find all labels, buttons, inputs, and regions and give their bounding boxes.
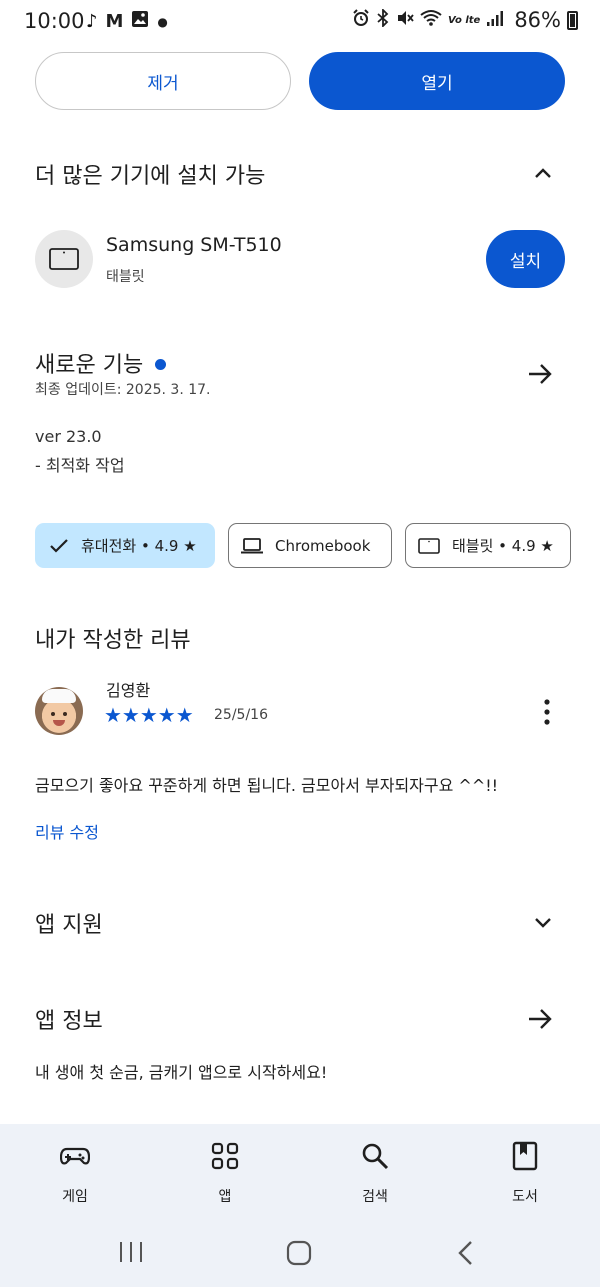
chip-tablet-label: 태블릿 • 4.9 ★ xyxy=(452,537,554,555)
chip-phone[interactable]: 휴대전화 • 4.9 ★ xyxy=(35,523,215,568)
edit-review-link[interactable]: 리뷰 수정 xyxy=(35,819,99,843)
arrow-right-icon[interactable] xyxy=(526,360,554,388)
review-text: 금모으기 좋아요 꾸준하게 하면 됩니다. 금모아서 부자되자구요 ^^!! xyxy=(35,776,499,795)
version-text: ver 23.0 xyxy=(35,427,102,446)
apps-grid-icon xyxy=(211,1142,239,1170)
search-icon xyxy=(362,1143,389,1170)
chip-phone-label: 휴대전화 • 4.9 ★ xyxy=(81,537,197,555)
laptop-icon xyxy=(241,537,263,553)
gmail-icon: M xyxy=(105,11,124,32)
app-support-title[interactable]: 앱 지원 xyxy=(35,907,103,939)
check-icon xyxy=(50,538,68,553)
back-icon[interactable] xyxy=(456,1240,476,1266)
gamepad-icon xyxy=(60,1147,90,1165)
device-name: Samsung SM-T510 xyxy=(106,234,282,256)
star-rating: ★★★★★ xyxy=(104,704,194,726)
nav-search-label: 검색 xyxy=(362,1189,388,1205)
nav-books-label: 도서 xyxy=(512,1189,538,1205)
whats-new-title: 새로운 기능 xyxy=(35,347,167,379)
reviewer-name: 김영환 xyxy=(106,681,151,700)
notification-icons: ♪ M ● xyxy=(86,10,168,34)
more-vert-icon[interactable] xyxy=(541,698,553,726)
home-icon[interactable] xyxy=(286,1240,312,1266)
chevron-down-icon[interactable] xyxy=(532,911,554,933)
app-description: 내 생애 첫 순금, 금캐기 앱으로 시작하세요! xyxy=(35,1063,328,1082)
device-type: 태블릿 xyxy=(106,269,145,285)
tablet-device-icon xyxy=(35,230,93,288)
chip-chromebook[interactable]: Chromebook xyxy=(228,523,392,568)
chip-chromebook-label: Chromebook xyxy=(275,536,371,555)
app-info-title[interactable]: 앱 정보 xyxy=(35,1003,103,1035)
nav-search[interactable]: 검색 xyxy=(320,1124,430,1218)
recent-apps-icon[interactable] xyxy=(118,1240,144,1264)
signal-icon xyxy=(486,9,504,31)
nav-apps[interactable]: 앱 xyxy=(170,1124,280,1218)
status-bar: 10:00 ♪ M ● Vo lte 86% xyxy=(0,0,600,44)
chip-tablet[interactable]: 태블릿 • 4.9 ★ xyxy=(405,523,571,568)
avatar xyxy=(35,687,83,735)
dot-icon: ● xyxy=(157,15,168,29)
bottom-nav: 게임 앱 검색 도서 xyxy=(0,1124,600,1218)
nav-games-label: 게임 xyxy=(62,1189,88,1205)
review-date: 25/5/16 xyxy=(214,707,268,723)
gallery-icon xyxy=(131,10,149,34)
wifi-icon xyxy=(420,9,442,31)
mute-icon xyxy=(396,9,414,31)
nav-games[interactable]: 게임 xyxy=(20,1124,130,1218)
nav-apps-label: 앱 xyxy=(218,1189,232,1205)
version-note: - 최적화 작업 xyxy=(35,456,125,475)
battery-percent: 86% xyxy=(514,8,561,32)
tablet-icon xyxy=(418,537,440,554)
system-nav-bar xyxy=(0,1218,600,1287)
battery-icon xyxy=(567,10,578,30)
arrow-right-icon[interactable] xyxy=(526,1005,554,1033)
star-icons: ★★★★★ xyxy=(104,703,194,727)
last-updated: 최종 업데이트: 2025. 3. 17. xyxy=(35,382,211,398)
alarm-icon xyxy=(352,9,370,31)
install-button[interactable]: 설치 xyxy=(486,230,565,288)
book-icon xyxy=(512,1141,538,1171)
new-indicator-dot xyxy=(155,358,167,370)
whats-new-label: 새로운 기능 xyxy=(35,353,144,378)
more-devices-title: 더 많은 기기에 설치 가능 xyxy=(35,164,266,189)
remove-button[interactable]: 제거 xyxy=(35,52,291,110)
system-status-icons: Vo lte 86% xyxy=(352,7,578,32)
nav-books[interactable]: 도서 xyxy=(470,1124,580,1218)
tiktok-icon: ♪ xyxy=(86,11,98,32)
my-review-title: 내가 작성한 리뷰 xyxy=(35,628,191,653)
open-button[interactable]: 열기 xyxy=(309,52,565,110)
bluetooth-icon xyxy=(376,7,390,31)
volte-icon: Vo lte xyxy=(447,14,481,26)
chevron-up-icon[interactable] xyxy=(532,162,554,184)
status-time: 10:00 xyxy=(24,9,85,33)
